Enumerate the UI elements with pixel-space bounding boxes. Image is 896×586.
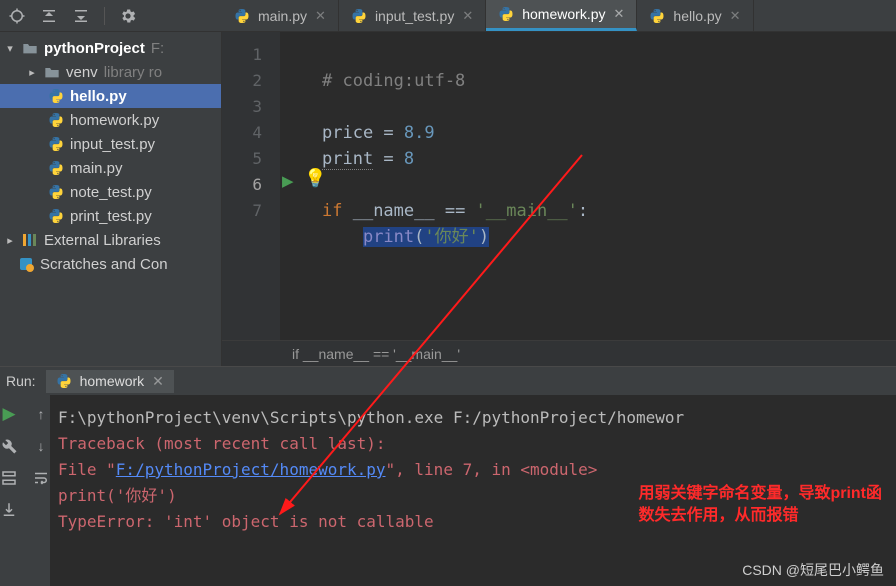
run-tabbar: Run: homework ✕ [0, 367, 896, 395]
code-line-1: # coding:utf-8 [322, 71, 465, 91]
editor-tabbar: main.py ✕ input_test.py ✕ homework.py ✕ … [222, 0, 896, 32]
tab-input-test[interactable]: input_test.py ✕ [339, 0, 486, 31]
tab-main[interactable]: main.py ✕ [222, 0, 339, 31]
breadcrumb-label: if __name__ == '__main__' [292, 346, 460, 362]
tab-label: homework.py [522, 6, 605, 22]
project-root[interactable]: ▾ pythonProject F: [0, 36, 221, 60]
external-label: External Libraries [44, 232, 161, 249]
watermark: CSDN @短尾巴小鳄鱼 [742, 560, 884, 580]
wrench-icon[interactable] [0, 435, 20, 457]
target-icon[interactable] [8, 7, 26, 25]
tab-label: main.py [258, 8, 307, 24]
file-label: note_test.py [70, 184, 152, 201]
close-icon[interactable]: ✕ [462, 8, 473, 24]
chevron-right-icon: ▸ [26, 66, 38, 79]
folder-icon [22, 41, 38, 55]
console-traceback: Traceback (most recent call last): [58, 434, 386, 453]
venv-label: venv [66, 64, 98, 81]
tab-hello[interactable]: hello.py ✕ [637, 0, 753, 31]
file-label: input_test.py [70, 136, 155, 153]
file-label: homework.py [70, 112, 159, 129]
scratches[interactable]: Scratches and Con [0, 252, 221, 276]
close-icon[interactable]: ✕ [315, 8, 326, 24]
close-icon[interactable]: ✕ [730, 8, 741, 24]
rerun-icon[interactable]: ▶ [0, 403, 20, 425]
expand-icon[interactable] [72, 7, 90, 25]
run-console[interactable]: F:\pythonProject\venv\Scripts\python.exe… [50, 395, 896, 586]
python-file-icon [56, 373, 72, 389]
tab-label: input_test.py [375, 8, 454, 24]
scratches-label: Scratches and Con [40, 256, 168, 273]
library-icon [22, 232, 38, 248]
close-icon[interactable]: ✕ [152, 373, 164, 390]
file-note-test[interactable]: note_test.py [0, 180, 221, 204]
chevron-right-icon: ▸ [4, 234, 16, 247]
console-cmd: F:\pythonProject\venv\Scripts\python.exe… [58, 405, 892, 431]
up-arrow-icon[interactable]: ↑ [30, 403, 52, 425]
run-gutter-icon[interactable]: ▶ [282, 172, 294, 190]
file-homework[interactable]: homework.py [0, 108, 221, 132]
venv-suffix: library ro [104, 64, 162, 81]
file-label: hello.py [70, 88, 127, 105]
python-file-icon [649, 8, 665, 24]
annotation-text: 用弱关键字命名变量，导致print函 数失去作用，从而报错 [638, 483, 882, 527]
scratches-icon [18, 256, 34, 272]
python-file-icon [48, 136, 64, 152]
project-root-label: pythonProject [44, 40, 145, 57]
python-file-icon [234, 8, 250, 24]
down-arrow-icon[interactable]: ↓ [30, 435, 52, 457]
python-file-icon [48, 88, 64, 104]
python-file-icon [351, 8, 367, 24]
file-label: main.py [70, 160, 123, 177]
run-toolbar: ▶ ↑ ↓ [0, 395, 50, 586]
export-icon[interactable] [0, 499, 20, 521]
external-libraries[interactable]: ▸ External Libraries [0, 228, 221, 252]
file-input-test[interactable]: input_test.py [0, 132, 221, 156]
python-file-icon [48, 160, 64, 176]
run-tab-homework[interactable]: homework ✕ [46, 370, 174, 393]
project-root-path: F: [151, 40, 164, 57]
stack-icon[interactable] [0, 467, 20, 489]
close-icon[interactable]: ✕ [614, 6, 625, 22]
tab-homework[interactable]: homework.py ✕ [486, 0, 637, 31]
toolbar-divider [104, 7, 105, 25]
run-title: Run: [6, 373, 36, 389]
python-file-icon [48, 208, 64, 224]
file-main[interactable]: main.py [0, 156, 221, 180]
file-hello[interactable]: hello.py [0, 84, 221, 108]
wrap-icon[interactable] [30, 467, 52, 489]
breadcrumb[interactable]: if __name__ == '__main__' [222, 340, 896, 366]
project-sidebar: ▾ pythonProject F: ▸ venv library ro hel… [0, 32, 222, 366]
chevron-down-icon: ▾ [4, 42, 16, 55]
code-editor[interactable]: 1 2 3 4 5 6 7 # coding:utf-8 price = 8.9… [222, 32, 896, 340]
tab-label: hello.py [673, 8, 721, 24]
python-file-icon [498, 6, 514, 22]
console-file-link[interactable]: F:/pythonProject/homework.py [116, 460, 386, 479]
file-label: print_test.py [70, 208, 152, 225]
venv-folder[interactable]: ▸ venv library ro [0, 60, 221, 84]
collapse-icon[interactable] [40, 7, 58, 25]
python-file-icon [48, 184, 64, 200]
run-tab-label: homework [80, 373, 145, 389]
gear-icon[interactable] [119, 7, 137, 25]
line-gutter: 1 2 3 4 5 6 7 [222, 32, 280, 340]
python-file-icon [48, 112, 64, 128]
code-content[interactable]: # coding:utf-8 price = 8.9 print = 8 if … [280, 32, 896, 340]
intention-bulb-icon[interactable]: 💡 [304, 168, 326, 189]
file-print-test[interactable]: print_test.py [0, 204, 221, 228]
folder-icon [44, 65, 60, 79]
